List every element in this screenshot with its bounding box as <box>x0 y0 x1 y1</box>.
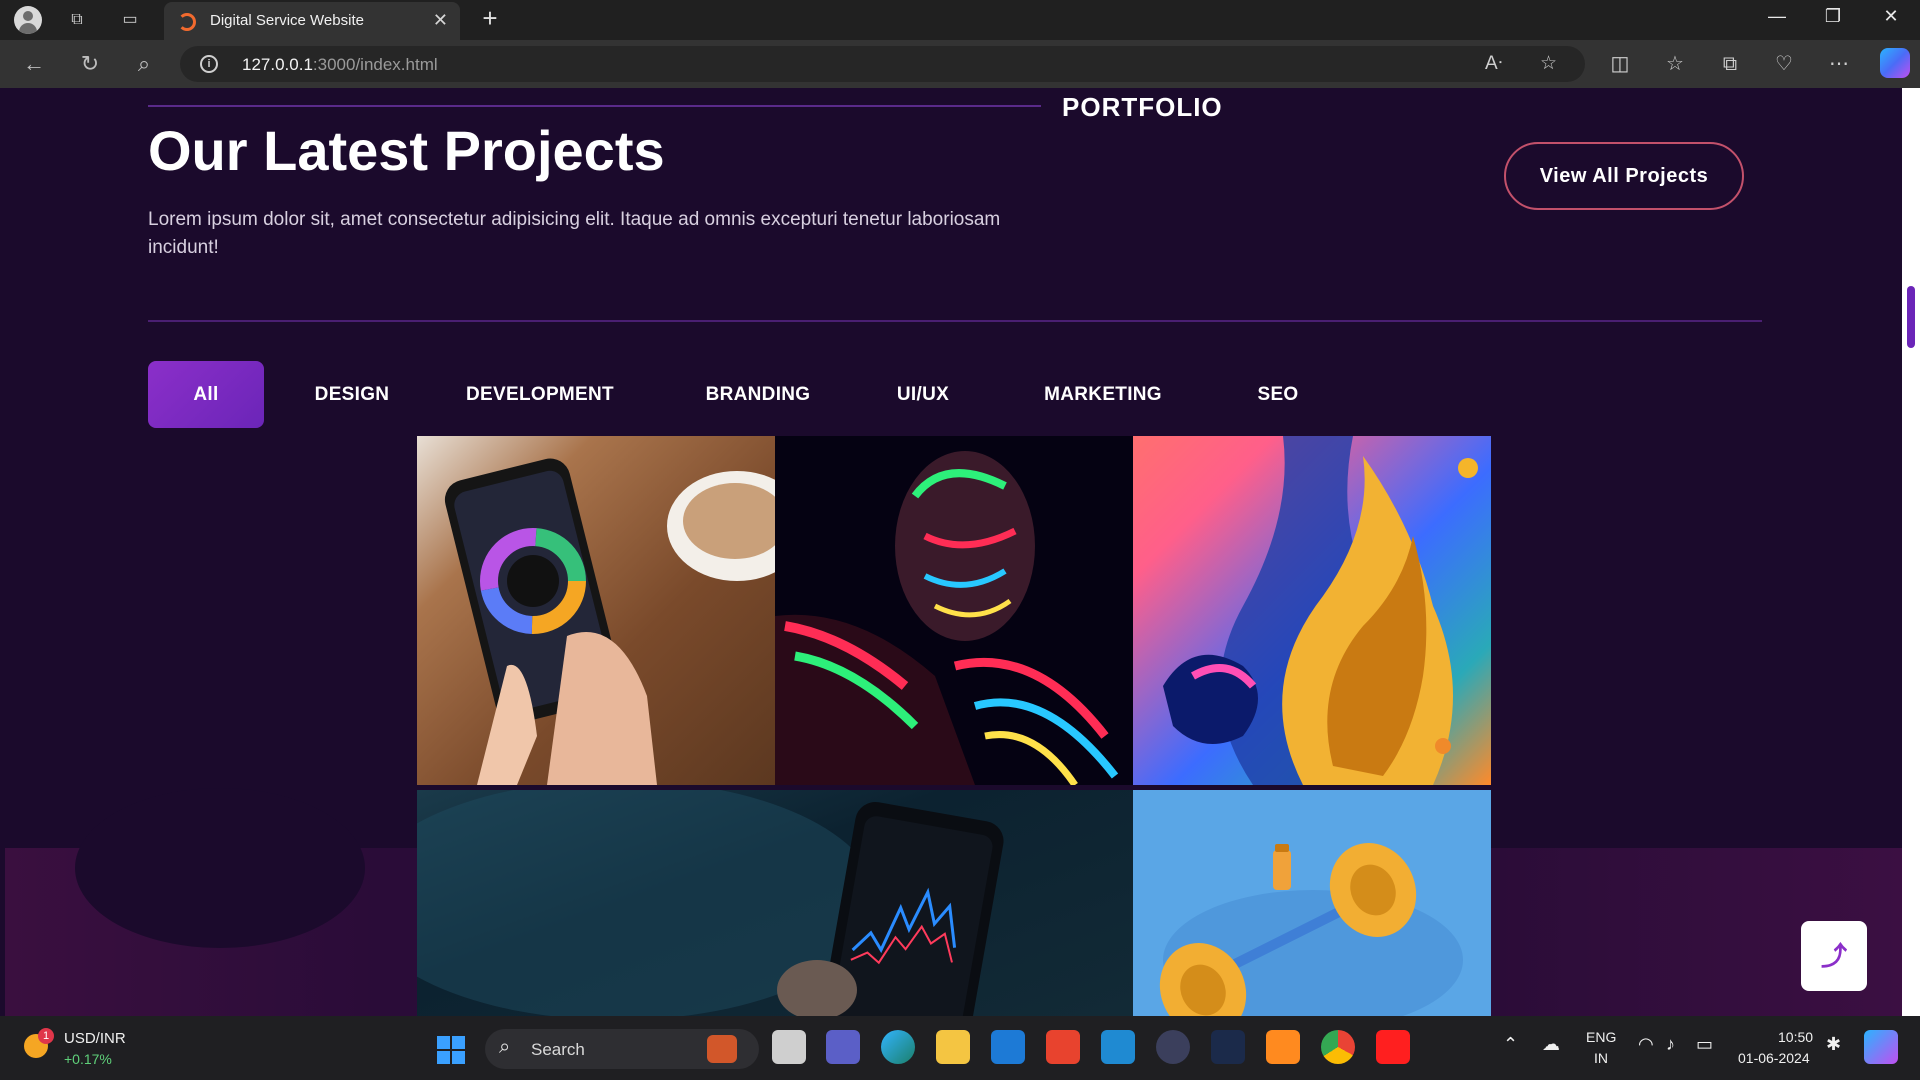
stock-change: +0.17% <box>64 1051 112 1067</box>
address-field[interactable]: i 127.0.0.1:3000/index.html Aᐧ ☆ <box>180 46 1585 82</box>
vscode-icon[interactable] <box>1101 1030 1135 1064</box>
address-toolbar: ← ↻ ⌕ i 127.0.0.1:3000/index.html Aᐧ ☆ ◫… <box>0 40 1920 88</box>
filter-marketing[interactable]: MARKETING <box>1028 361 1178 428</box>
fluid-art-image[interactable] <box>1133 436 1491 785</box>
filter-design[interactable]: DESIGN <box>302 361 402 428</box>
scroll-to-top-button[interactable]: ⤴ <box>1801 921 1867 991</box>
eclipse-icon[interactable] <box>1156 1030 1190 1064</box>
filter-branding[interactable]: BRANDING <box>693 361 823 428</box>
section-eyebrow: PORTFOLIO <box>1062 92 1223 122</box>
wps-office-icon[interactable] <box>1046 1030 1080 1064</box>
back-icon[interactable]: ← <box>20 50 48 78</box>
clock-time[interactable]: 10:50 <box>1778 1029 1813 1045</box>
tab-digital-service[interactable]: Digital Service Website ✕ <box>164 2 460 40</box>
tab-actions-icon[interactable]: ▭ <box>118 8 142 32</box>
browser-tab-bar: ⧉ ▭ Digital Service Website ✕ + — ❐ ✕ <box>0 0 1920 40</box>
region-label: IN <box>1594 1050 1608 1066</box>
onedrive-icon[interactable]: ☁ <box>1542 1034 1560 1055</box>
youtube-icon[interactable] <box>1376 1030 1410 1064</box>
search-label: Search <box>531 1040 585 1059</box>
language-label[interactable]: ENG <box>1586 1029 1616 1045</box>
view-all-projects-button[interactable]: View All Projects <box>1504 142 1744 210</box>
expenses-phone-image[interactable] <box>417 436 775 785</box>
sublime-text-icon[interactable] <box>1266 1030 1300 1064</box>
site-favicon-icon <box>178 13 196 31</box>
tab-title: Digital Service Website <box>210 12 364 29</box>
read-aloud-icon[interactable]: Aᐧ <box>1485 52 1503 75</box>
stock-name[interactable]: USD/INR <box>64 1030 126 1047</box>
section-divider-top <box>148 105 1041 107</box>
scrollbar-thumb[interactable] <box>1907 286 1915 348</box>
copilot-icon[interactable] <box>1880 48 1910 78</box>
minimize-icon[interactable]: — <box>1754 6 1800 27</box>
new-tab-icon[interactable]: + <box>478 5 502 31</box>
close-tab-icon[interactable]: ✕ <box>433 10 448 31</box>
volume-icon[interactable]: ♪ <box>1666 1034 1675 1055</box>
restore-icon[interactable]: ❐ <box>1810 6 1856 27</box>
search-icon: ⌕ <box>499 1036 511 1058</box>
search-highlight-icon <box>707 1035 737 1063</box>
filter-uiux[interactable]: UI/UX <box>883 361 963 428</box>
close-window-icon[interactable]: ✕ <box>1868 6 1914 27</box>
chrome-icon[interactable] <box>1321 1030 1355 1064</box>
page-viewport: PORTFOLIO Our Latest Projects Lorem ipsu… <box>5 88 1902 1016</box>
site-info-icon[interactable]: i <box>200 55 218 73</box>
background-shape <box>75 788 365 948</box>
search-icon[interactable]: ⌕ <box>130 50 158 78</box>
profile-avatar-icon[interactable] <box>14 6 42 34</box>
browser-essentials-icon[interactable]: ♡ <box>1770 50 1798 78</box>
chevron-up-icon[interactable]: ⌃ <box>1503 1034 1518 1055</box>
filter-seo[interactable]: SEO <box>1238 361 1318 428</box>
file-explorer-icon[interactable] <box>936 1030 970 1064</box>
mail-icon[interactable] <box>991 1030 1025 1064</box>
start-menu-icon[interactable] <box>437 1036 465 1064</box>
stock-chart-phone-image[interactable] <box>417 790 1133 1016</box>
url-text: 127.0.0.1:3000/index.html <box>242 55 438 74</box>
workspaces-icon[interactable]: ⧉ <box>65 8 89 32</box>
mysql-icon[interactable] <box>1211 1030 1245 1064</box>
notification-badge: 1 <box>38 1028 54 1044</box>
dumbbell-image[interactable] <box>1133 790 1491 1016</box>
filter-development[interactable]: DEVELOPMENT <box>460 361 620 428</box>
collections-icon[interactable]: ⧉ <box>1716 50 1744 78</box>
section-description: Lorem ipsum dolor sit, amet consectetur … <box>148 209 1001 258</box>
refresh-icon[interactable]: ↻ <box>76 50 104 78</box>
wifi-icon[interactable]: ◠ <box>1638 1034 1654 1055</box>
section-divider <box>148 320 1762 322</box>
page-title: Our Latest Projects <box>148 119 665 182</box>
notifications-icon[interactable]: ✱ <box>1826 1034 1841 1055</box>
task-view-icon[interactable] <box>772 1030 806 1064</box>
copilot-taskbar-icon[interactable] <box>1864 1030 1898 1064</box>
page-scrollbar[interactable] <box>1902 88 1920 1016</box>
edge-icon[interactable] <box>881 1030 915 1064</box>
taskbar: 1 USD/INR +0.17% ⌕ Search ⌃ ☁ ENG IN ◠ ♪… <box>0 1016 1920 1080</box>
neon-bodypaint-image[interactable] <box>775 436 1133 785</box>
favorites-icon[interactable]: ☆ <box>1661 50 1689 78</box>
more-options-icon[interactable]: ⋯ <box>1825 50 1853 78</box>
battery-icon[interactable]: ▭ <box>1696 1034 1713 1055</box>
clock-date: 01-06-2024 <box>1738 1050 1810 1066</box>
split-screen-icon[interactable]: ◫ <box>1606 50 1634 78</box>
teams-icon[interactable] <box>826 1030 860 1064</box>
favorite-star-icon[interactable]: ☆ <box>1540 52 1557 75</box>
filter-all[interactable]: All <box>148 361 264 428</box>
taskbar-search-input[interactable]: ⌕ Search <box>485 1029 759 1069</box>
